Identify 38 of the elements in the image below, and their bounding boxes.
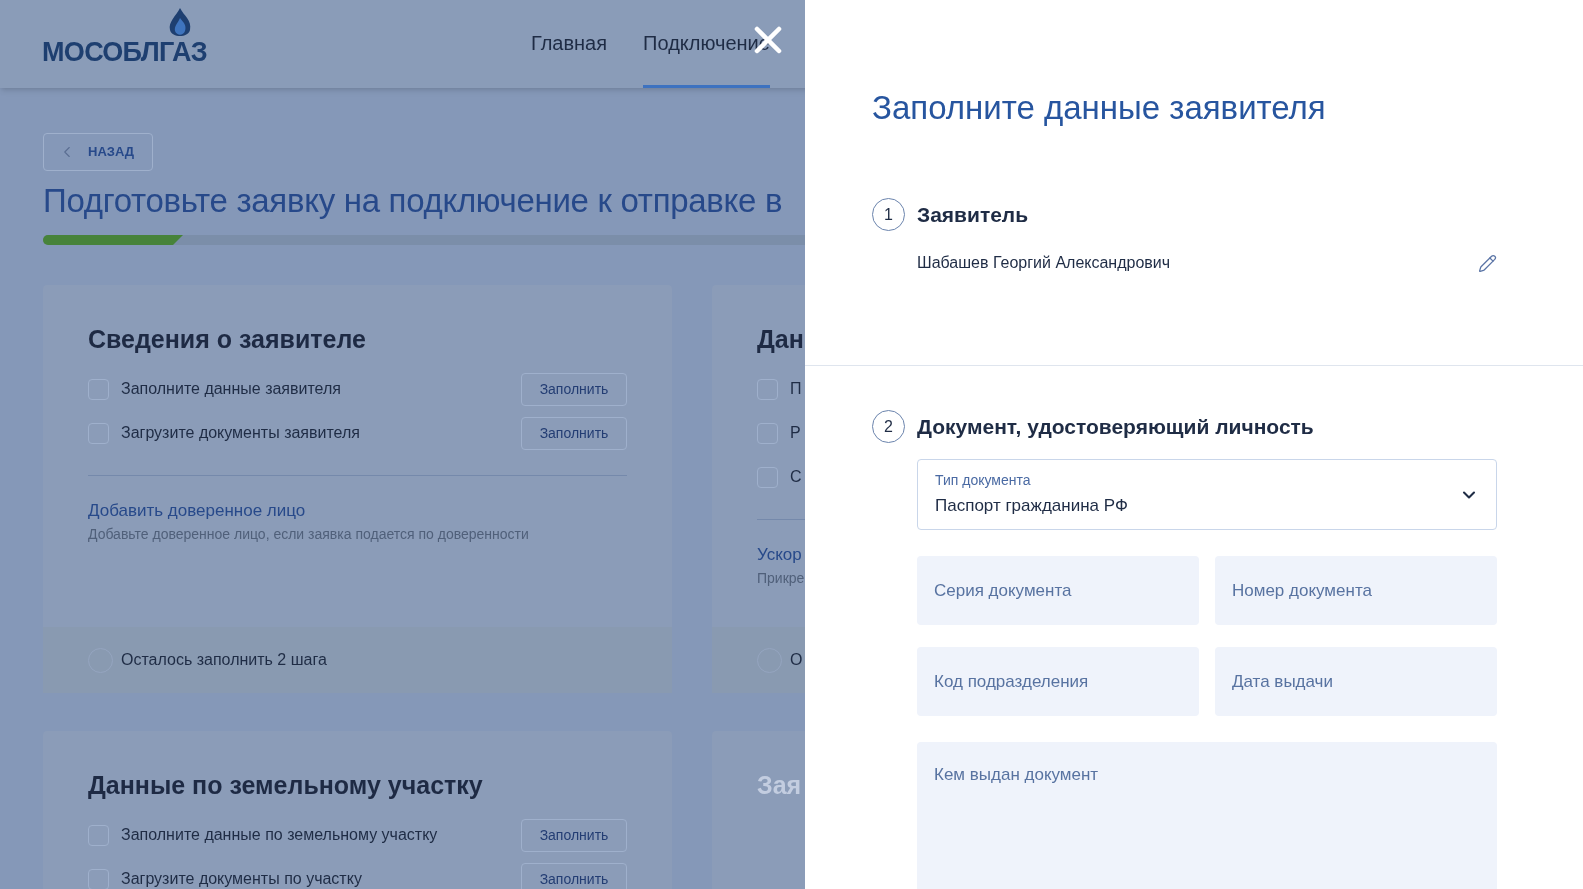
document-type-select[interactable]: Тип документа Паспорт гражданина РФ: [917, 459, 1497, 530]
add-link[interactable]: Добавить доверенное лицо: [88, 498, 627, 524]
card-title: Данные по земельному участку: [88, 770, 484, 801]
input-field[interactable]: Дата выдачи: [1215, 647, 1497, 716]
step-title: Заявитель: [917, 201, 1029, 228]
link-hint: Прикре: [757, 568, 805, 588]
input-field[interactable]: Серия документа: [917, 556, 1199, 625]
nav-link[interactable]: Главная: [530, 0, 608, 88]
drawer-title: Заполните данные заявителя: [871, 88, 1327, 128]
card-title: Сведения о заявителе: [88, 324, 367, 355]
steps-left-text: Осталось заполнить 2 шага: [121, 650, 327, 670]
back-button[interactable]: НАЗАД: [43, 133, 153, 171]
link-hint: Добавьте доверенное лицо, если заявка подается по доверенности: [88, 524, 530, 544]
input-field[interactable]: Номер документа: [1215, 556, 1497, 625]
fill-button[interactable]: Заполнить: [521, 818, 627, 852]
task-label: С: [790, 467, 803, 487]
card-title: Дан: [757, 324, 805, 355]
steps-left-text: О: [790, 650, 803, 670]
logo[interactable]: МОСОБЛГАЗ: [42, 39, 207, 66]
task-label: Заполните данные по земельному участку: [121, 825, 439, 845]
edit-button[interactable]: [1478, 253, 1497, 273]
page-title: Подготовьте заявку на подключение к отправке в: [43, 181, 784, 221]
applicant-name: Шабашев Георгий Александрович: [917, 253, 1172, 273]
add-link[interactable]: Ускор: [757, 542, 805, 568]
task-label: Загрузите документы заявителя: [121, 423, 361, 443]
task-label: Р: [790, 423, 802, 443]
fill-button[interactable]: Заполнить: [521, 862, 627, 889]
task-label: Загрузите документы по участку: [121, 869, 363, 889]
pencil-icon: [1478, 253, 1497, 273]
step-title: Документ, удостоверяющий личность: [917, 413, 1314, 440]
issued-by-field[interactable]: Кем выдан документ: [917, 742, 1497, 889]
task-label: Заполните данные заявителя: [121, 379, 342, 399]
fill-button[interactable]: Заполнить: [521, 372, 627, 406]
task-label: П: [790, 379, 803, 399]
flame-icon: [168, 8, 192, 38]
fill-button[interactable]: Заполнить: [521, 416, 627, 450]
input-field[interactable]: Код подразделения: [917, 647, 1199, 716]
card-title: Зая: [757, 770, 803, 801]
